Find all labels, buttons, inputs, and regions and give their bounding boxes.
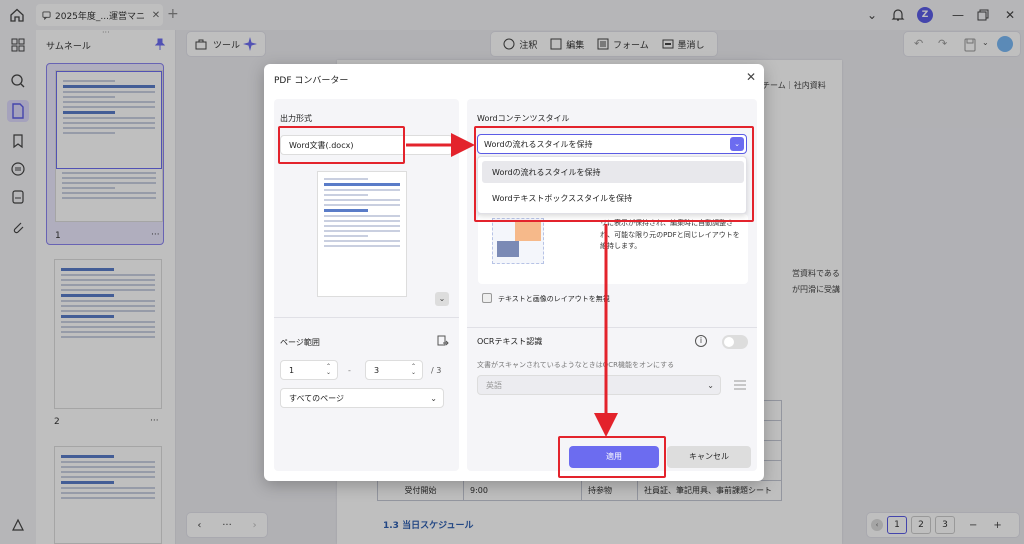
annotation-arrows	[406, 133, 618, 437]
